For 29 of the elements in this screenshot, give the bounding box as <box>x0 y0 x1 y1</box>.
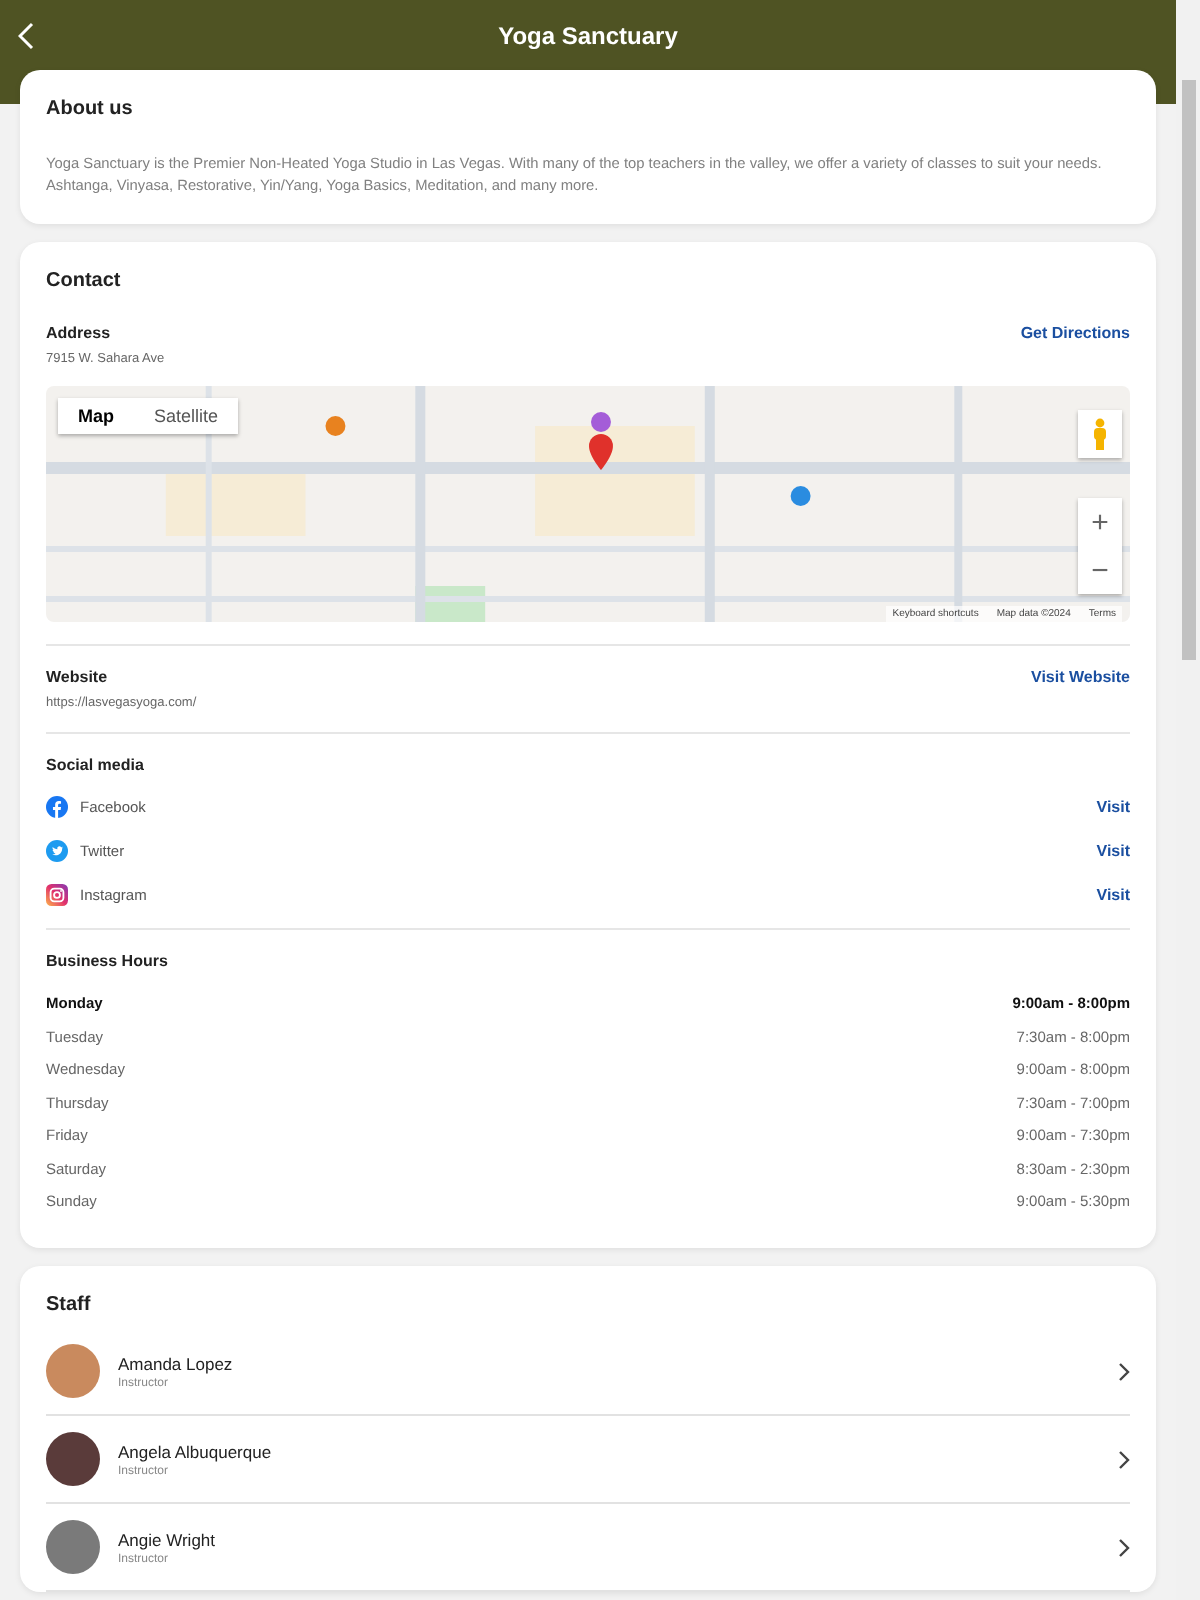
chevron-right-icon <box>1118 1361 1130 1381</box>
social-heading: Social media <box>46 756 146 774</box>
chevron-right-icon <box>1118 1537 1130 1557</box>
bird-icon <box>46 840 68 862</box>
website-label: Website <box>46 668 108 686</box>
visit-website-link[interactable]: Visit Website <box>1031 668 1130 686</box>
staff-name: Amanda Lopez <box>118 1353 235 1373</box>
page-title: Yoga Sanctuary <box>498 22 678 50</box>
directions-link[interactable]: Get Directions <box>1020 324 1130 342</box>
address-label: Address <box>46 324 111 342</box>
person-icon <box>1092 418 1108 450</box>
visit-link[interactable]: Visit <box>1096 798 1130 816</box>
section-heading: About us <box>46 98 135 120</box>
street-view-button[interactable] <box>1078 410 1122 458</box>
zoom-in-button[interactable]: + <box>1078 498 1122 546</box>
back-icon <box>18 22 34 50</box>
section-heading: Contact <box>46 270 123 292</box>
staff-name: Angie Wright <box>118 1529 218 1549</box>
zoom-out-button[interactable]: − <box>1078 546 1122 594</box>
section-heading: Staff <box>46 1294 93 1316</box>
hours-heading: Business Hours <box>46 952 170 970</box>
map-type-tab[interactable]: Map <box>58 398 134 434</box>
chevron-right-icon <box>1118 1449 1130 1469</box>
map-type-tab[interactable]: Satellite <box>134 398 239 434</box>
facebook-icon <box>46 796 68 818</box>
staff-name: Angela Albuquerque <box>118 1441 274 1461</box>
visit-link[interactable]: Visit <box>1096 842 1130 860</box>
instagram-icon <box>46 884 68 906</box>
visit-link[interactable]: Visit <box>1096 886 1130 904</box>
